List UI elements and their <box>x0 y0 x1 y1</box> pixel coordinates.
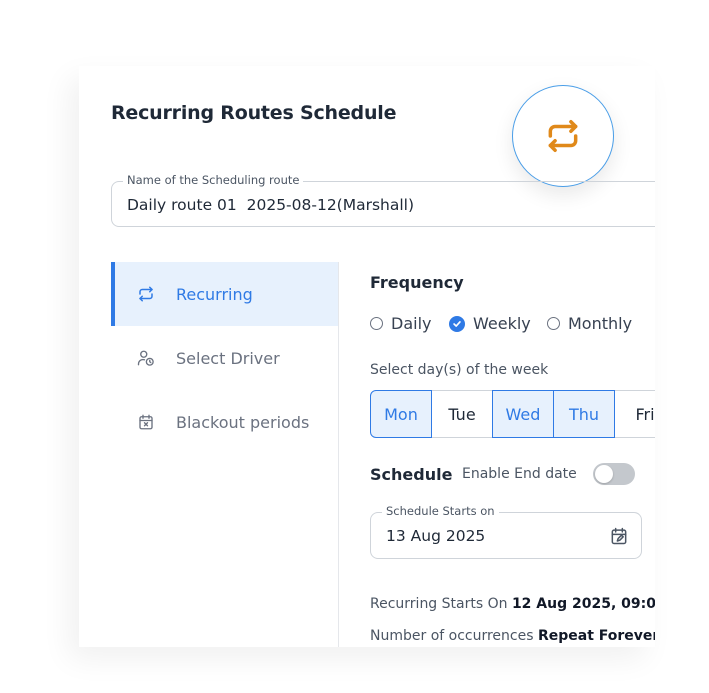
days-label: Select day(s) of the week <box>370 362 549 378</box>
recurring-starts-value: 12 Aug 2025, 09:00 A <box>511 596 655 612</box>
occurrences-label: Number of occurrences <box>370 628 534 644</box>
radio-unchecked-icon <box>370 317 383 330</box>
frequency-option-label: Weekly <box>473 314 531 333</box>
occurrences-value: Repeat Forever <box>537 628 655 644</box>
day-selector: Mon Tue Wed Thu Fri <box>370 390 655 438</box>
sidebar-item-recurring[interactable]: Recurring <box>111 262 338 326</box>
schedule-starts-label: Schedule Starts on <box>382 504 499 518</box>
frequency-option-label: Daily <box>391 314 432 333</box>
route-name-value: Daily route 01 2025-08-12(Marshall) <box>127 196 415 214</box>
sidebar-item-label: Select Driver <box>176 348 280 368</box>
frequency-option-weekly[interactable]: Weekly <box>449 314 531 333</box>
frequency-option-label: Monthly <box>568 314 633 333</box>
recurring-starts-info: Recurring Starts On 12 Aug 2025, 09:00 A <box>370 596 655 612</box>
sidebar-item-label: Recurring <box>176 284 253 304</box>
repeat-icon <box>139 286 153 302</box>
repeat-icon <box>548 120 578 152</box>
schedule-card: Recurring Routes Schedule Name of the Sc… <box>79 66 655 647</box>
enable-end-date-toggle[interactable] <box>593 463 635 485</box>
day-fri[interactable]: Fri <box>614 390 655 438</box>
sidebar-item-select-driver[interactable]: Select Driver <box>111 326 338 390</box>
radio-unchecked-icon <box>547 317 560 330</box>
radio-checked-icon <box>449 315 465 332</box>
schedule-starts-field[interactable]: Schedule Starts on 13 Aug 2025 <box>370 504 642 559</box>
sidebar-item-blackout-periods[interactable]: Blackout periods <box>111 390 338 454</box>
recurring-starts-label: Recurring Starts On <box>370 596 508 612</box>
day-mon[interactable]: Mon <box>370 390 432 438</box>
toggle-knob <box>595 465 613 483</box>
route-name-field[interactable]: Name of the Scheduling route Daily route… <box>111 173 655 227</box>
frequency-heading: Frequency <box>370 273 464 292</box>
frequency-option-monthly[interactable]: Monthly <box>547 314 632 333</box>
frequency-option-daily[interactable]: Daily <box>370 314 431 333</box>
calendar-x-icon <box>139 414 153 430</box>
day-tue[interactable]: Tue <box>431 390 493 438</box>
sidebar: Recurring Select Driver Blackout periods <box>111 262 339 647</box>
enable-end-date-label: Enable End date <box>462 466 577 482</box>
day-thu[interactable]: Thu <box>553 390 615 438</box>
schedule-heading: Schedule <box>370 465 453 484</box>
route-name-label: Name of the Scheduling route <box>123 173 304 187</box>
sidebar-item-label: Blackout periods <box>176 412 310 432</box>
calendar-edit-icon[interactable] <box>609 526 629 546</box>
schedule-starts-value: 13 Aug 2025 <box>386 527 486 545</box>
page-title: Recurring Routes Schedule <box>111 102 397 124</box>
day-wed[interactable]: Wed <box>492 390 554 438</box>
recurring-badge <box>512 85 614 187</box>
user-clock-icon <box>137 350 154 366</box>
occurrences-info: Number of occurrences Repeat Forever <box>370 628 655 644</box>
